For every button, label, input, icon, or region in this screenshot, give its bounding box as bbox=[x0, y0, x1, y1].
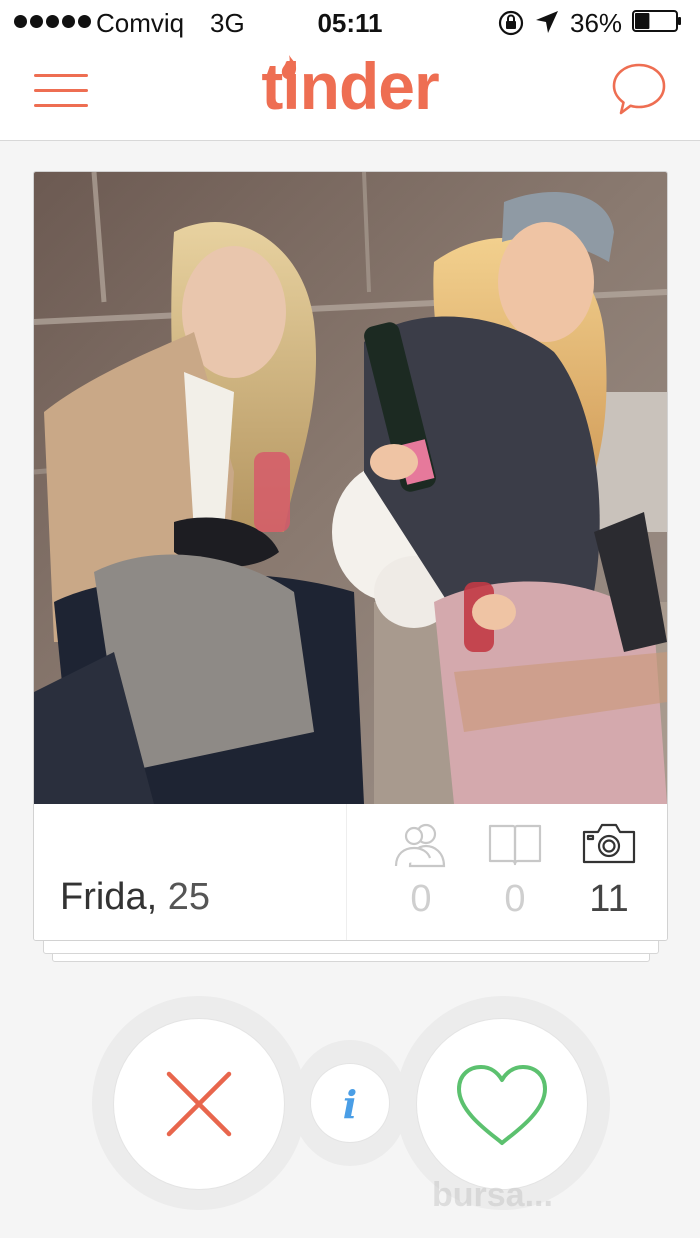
battery-icon bbox=[632, 10, 681, 32]
photos-stat[interactable]: 11 bbox=[574, 820, 644, 921]
rotation-lock-icon bbox=[498, 10, 524, 36]
info-icon: i bbox=[342, 1082, 358, 1127]
profile-age: 25 bbox=[167, 876, 210, 918]
profile-photo[interactable] bbox=[34, 172, 667, 804]
x-icon bbox=[166, 1071, 232, 1137]
location-arrow-icon bbox=[536, 11, 558, 33]
like-button[interactable] bbox=[417, 1019, 587, 1189]
nav-bar: tinder bbox=[0, 44, 700, 141]
profile-card[interactable]: Frida, 25 0 0 11 bbox=[33, 171, 668, 941]
heart-icon bbox=[457, 1065, 547, 1145]
chat-bubble-icon bbox=[612, 63, 666, 115]
chat-button[interactable] bbox=[610, 60, 668, 118]
shared-friends-count: 0 bbox=[410, 878, 432, 920]
book-icon bbox=[488, 824, 542, 866]
photos-count: 11 bbox=[589, 878, 629, 920]
shared-friends-stat[interactable]: 0 bbox=[386, 820, 456, 921]
camera-icon bbox=[582, 823, 636, 864]
shared-interests-stat[interactable]: 0 bbox=[480, 820, 550, 921]
info-divider bbox=[346, 804, 347, 940]
info-button[interactable]: i bbox=[311, 1064, 389, 1142]
profile-info: Frida, 25 0 0 11 bbox=[34, 804, 667, 940]
tinder-logo: tinder bbox=[261, 49, 439, 123]
watermark: bursa... bbox=[432, 1176, 553, 1214]
nope-button[interactable] bbox=[114, 1019, 284, 1189]
flame-icon bbox=[281, 55, 297, 79]
battery-percent: 36% bbox=[570, 8, 623, 38]
tinder-screen: Comviq 3G 05:11 36% tinder Frida, 25 0 0… bbox=[0, 0, 700, 1238]
status-bar: Comviq 3G 05:11 36% bbox=[0, 0, 700, 44]
shared-interests-count: 0 bbox=[504, 878, 526, 920]
profile-first-name: Frida, bbox=[60, 876, 158, 918]
profile-name: Frida, 25 bbox=[60, 876, 210, 919]
friends-icon bbox=[394, 823, 446, 868]
